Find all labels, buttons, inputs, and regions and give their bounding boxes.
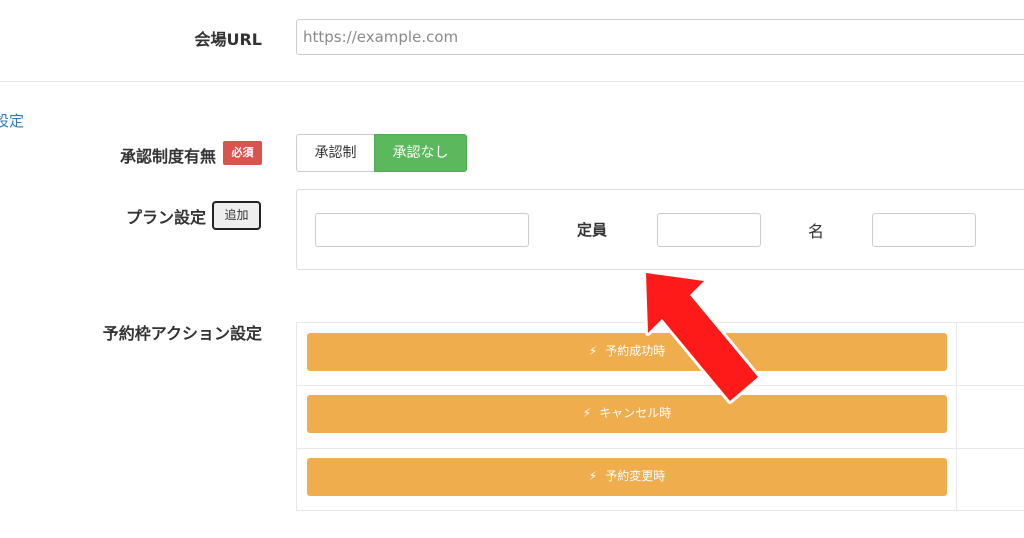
plan-extra-input[interactable]	[872, 213, 976, 247]
capacity-label: 定員	[577, 221, 608, 239]
red-arrow-icon	[643, 270, 761, 404]
plan-name-input[interactable]	[315, 213, 529, 247]
required-badge: 必須	[223, 141, 262, 165]
capacity-unit-label: 名	[808, 222, 825, 241]
approval-label: 承認制度有無	[119, 147, 216, 166]
venue-url-label: 会場URL	[194, 30, 262, 49]
no-approval-option-button[interactable]: 承認なし	[374, 134, 467, 172]
actions-table-row-divider	[296, 448, 1024, 449]
action-button-label: 予約変更時	[605, 469, 666, 483]
lightning-bolt-icon: ⚡	[588, 344, 598, 358]
on-reservation-change-button[interactable]: ⚡ 予約変更時	[307, 458, 947, 496]
section-title: 設定	[0, 112, 25, 130]
capacity-input[interactable]	[657, 213, 761, 247]
lightning-bolt-icon: ⚡	[588, 469, 598, 483]
venue-url-input[interactable]	[296, 19, 1024, 55]
lightning-bolt-icon: ⚡	[582, 406, 592, 420]
actions-table-column-divider	[956, 322, 957, 511]
reservation-actions-label: 予約枠アクション設定	[102, 324, 262, 343]
on-cancel-button[interactable]: ⚡ キャンセル時	[307, 395, 947, 433]
plan-settings-label: プラン設定	[125, 208, 206, 227]
add-plan-button[interactable]: 追加	[212, 201, 261, 230]
approval-option-button[interactable]: 承認制	[296, 134, 374, 172]
section-divider	[0, 81, 1024, 82]
on-reservation-success-button[interactable]: ⚡ 予約成功時	[307, 333, 947, 371]
